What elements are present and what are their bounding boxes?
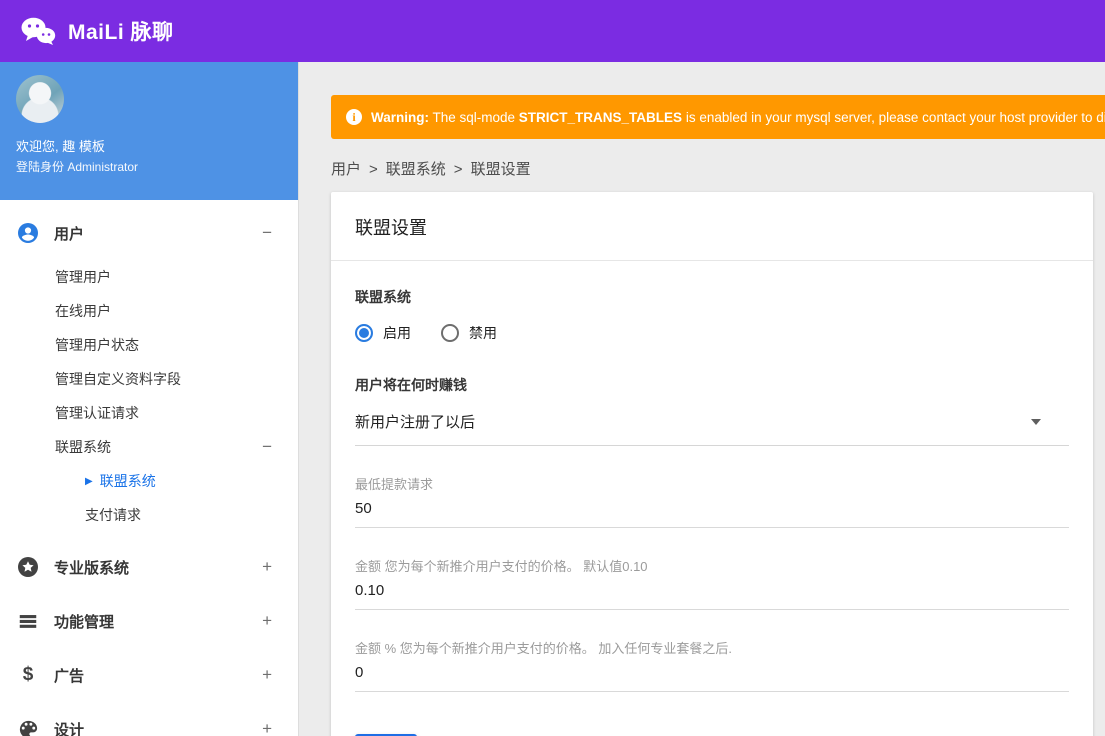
radio-disable-group: 禁用 xyxy=(441,323,497,343)
menu-label-design: 设计 xyxy=(54,721,85,736)
earn-when-label: 用户将在何时赚钱 xyxy=(355,377,467,393)
info-icon: i xyxy=(346,109,362,125)
expand-toggle[interactable]: + xyxy=(262,611,272,631)
welcome-text: 欢迎您, 趣 模板 xyxy=(16,139,105,154)
collapse-toggle[interactable]: − xyxy=(262,437,272,457)
earn-when-value: 新用户注册了以后 xyxy=(355,414,476,431)
menu-label-pro: 专业版系统 xyxy=(54,559,130,577)
palette-icon xyxy=(16,717,40,736)
menu-label-ads: 广告 xyxy=(54,667,85,685)
amount-pct-label: 金额 % 您为每个新推介用户支付的价格。 加入任何专业套餐之后. xyxy=(355,641,733,656)
expand-toggle[interactable]: + xyxy=(262,719,272,736)
amount-pct-input[interactable] xyxy=(355,657,1069,692)
main-content: i Warning: The sql-mode STRICT_TRANS_TAB… xyxy=(300,62,1105,736)
earn-when-select[interactable]: 新用户注册了以后 xyxy=(355,411,1069,446)
app-header: MaiLi 脉聊 xyxy=(0,0,1105,62)
expand-toggle[interactable]: + xyxy=(262,665,272,685)
sidebar: 欢迎您, 趣 模板 登陆身份 Administrator 用户 − 管理用户 在… xyxy=(0,62,299,736)
profile-panel: 欢迎您, 趣 模板 登陆身份 Administrator xyxy=(0,62,298,200)
sidebar-item-affiliate-system[interactable]: 联盟系统 − xyxy=(0,430,298,464)
amount-label: 金额 您为每个新推介用户支付的价格。 默认值0.10 xyxy=(355,559,648,574)
chevron-down-icon xyxy=(1031,418,1041,425)
min-withdraw-input[interactable] xyxy=(355,493,1069,528)
avatar[interactable] xyxy=(16,75,64,123)
expand-toggle[interactable]: + xyxy=(262,557,272,577)
breadcrumb: 用户 > 联盟系统 > 联盟设置 xyxy=(331,158,1105,179)
role-text: 登陆身份 Administrator xyxy=(16,159,139,174)
radio-disable-label[interactable]: 禁用 xyxy=(469,323,497,343)
sidebar-item-users[interactable]: 用户 − xyxy=(0,206,298,260)
sidebar-item-feature-management[interactable]: 功能管理 + xyxy=(0,594,298,648)
warning-text: Warning: The sql-mode STRICT_TRANS_TABLE… xyxy=(371,109,1105,125)
person-circle-icon xyxy=(16,221,40,245)
sidebar-item-design[interactable]: 设计 + xyxy=(0,702,298,736)
sidebar-item-online-users[interactable]: 在线用户 xyxy=(0,294,298,328)
breadcrumb-separator: > xyxy=(369,161,378,178)
amount-pct-group: 金额 % 您为每个新推介用户支付的价格。 加入任何专业套餐之后. xyxy=(355,638,1069,692)
sidebar-item-custom-fields[interactable]: 管理自定义资料字段 xyxy=(0,362,298,396)
dollar-icon: $ xyxy=(22,664,34,685)
sidebar-item-payment-requests[interactable]: 支付请求 xyxy=(0,498,298,532)
radio-enable-label[interactable]: 启用 xyxy=(383,323,411,343)
star-circle-icon xyxy=(16,555,40,579)
collapse-toggle[interactable]: − xyxy=(262,223,272,243)
wechat-icon xyxy=(20,16,56,46)
sidebar-item-verification-requests[interactable]: 管理认证请求 xyxy=(0,396,298,430)
sidebar-item-manage-users[interactable]: 管理用户 xyxy=(0,260,298,294)
radio-enable[interactable] xyxy=(355,324,373,342)
menu-label-users: 用户 xyxy=(54,225,85,243)
affiliate-system-radios: 启用 禁用 xyxy=(355,323,1069,343)
min-withdraw-label: 最低提款请求 xyxy=(355,477,434,492)
sidebar-menu: 用户 − 管理用户 在线用户 管理用户状态 管理自定义资料字段 管理认证请求 联… xyxy=(0,200,298,736)
amount-group: 金额 您为每个新推介用户支付的价格。 默认值0.10 xyxy=(355,556,1069,610)
card-title: 联盟设置 xyxy=(331,192,1093,261)
breadcrumb-affiliate-settings[interactable]: 联盟设置 xyxy=(471,161,531,178)
sidebar-item-affiliate-settings-active[interactable]: ▶ 联盟系统 xyxy=(0,464,298,498)
earn-when-group: 用户将在何时赚钱 新用户注册了以后 xyxy=(355,375,1069,446)
affiliate-settings-card: 联盟设置 联盟系统 启用 禁用 用户将在何时赚钱 新用户注册了以后 最低提款请求 xyxy=(331,192,1093,736)
menu-label-features: 功能管理 xyxy=(54,613,115,631)
affiliate-system-label: 联盟系统 xyxy=(355,289,411,305)
sidebar-item-ads[interactable]: $ 广告 + xyxy=(0,648,298,702)
warning-banner: i Warning: The sql-mode STRICT_TRANS_TAB… xyxy=(331,95,1105,139)
active-arrow-icon: ▶ xyxy=(85,475,93,487)
sidebar-item-user-status[interactable]: 管理用户状态 xyxy=(0,328,298,362)
breadcrumb-affiliate-system[interactable]: 联盟系统 xyxy=(386,161,446,178)
sidebar-item-pro-system[interactable]: 专业版系统 + xyxy=(0,540,298,594)
amount-input[interactable] xyxy=(355,575,1069,610)
breadcrumb-separator: > xyxy=(453,161,463,178)
breadcrumb-users[interactable]: 用户 xyxy=(331,161,361,178)
radio-disable[interactable] xyxy=(441,324,459,342)
brand-title: MaiLi 脉聊 xyxy=(68,21,174,44)
min-withdraw-group: 最低提款请求 xyxy=(355,474,1069,528)
list-icon xyxy=(16,609,40,633)
card-body: 联盟系统 启用 禁用 用户将在何时赚钱 新用户注册了以后 最低提款请求 50 金… xyxy=(331,261,1093,736)
